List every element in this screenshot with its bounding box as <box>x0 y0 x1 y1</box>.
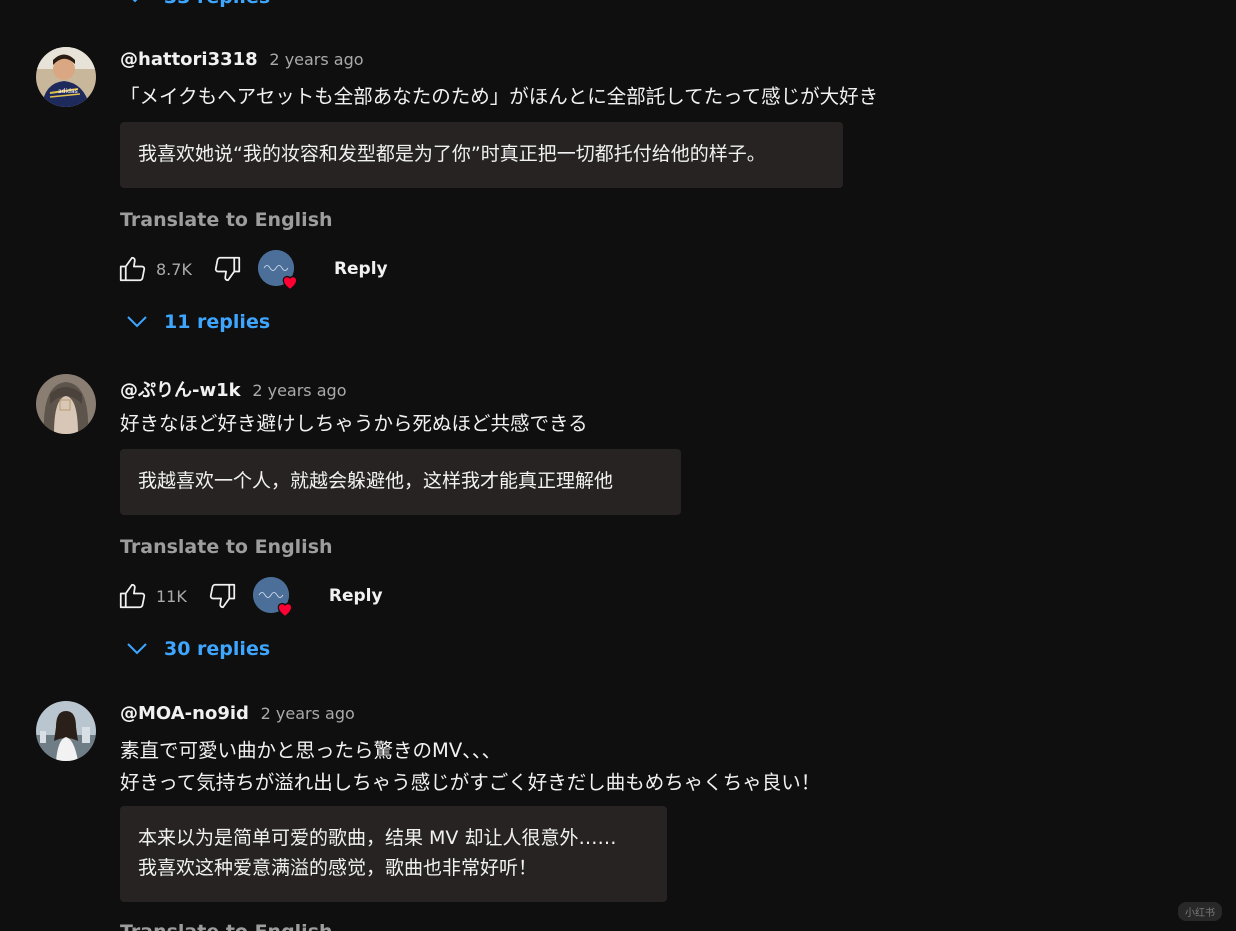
translate-to-english-link[interactable]: Translate to English <box>120 209 333 231</box>
chevron-down-icon <box>127 316 147 328</box>
translation-text: 我喜欢这种爱意满溢的感觉，歌曲也非常好听！ <box>138 857 538 879</box>
replies-toggle-label: 30 replies <box>164 638 271 660</box>
like-count: 8.7K <box>156 259 192 279</box>
replies-toggle-label: 33 replies <box>164 0 270 8</box>
chevron-down-icon <box>127 643 147 655</box>
avatar[interactable] <box>36 701 96 761</box>
reply-button[interactable]: Reply <box>329 586 383 606</box>
thumbs-down-icon[interactable] <box>212 253 244 285</box>
author-name[interactable]: @MOA-no9id <box>120 703 249 724</box>
heart-icon <box>277 602 293 618</box>
replies-toggle-label: 11 replies <box>164 311 271 333</box>
svg-text:adidas: adidas <box>58 88 78 95</box>
comment-actions: 8.7K Reply <box>116 249 388 291</box>
translate-to-english-link[interactable]: Translate to English <box>120 536 333 558</box>
watermark: 小红书 <box>1178 902 1222 921</box>
comment-text: 好きなほど好き避けしちゃうから死ぬほど共感できる <box>120 408 588 440</box>
chevron-down-icon <box>132 0 138 3</box>
author-name[interactable]: @hattori3318 <box>120 49 258 70</box>
replies-toggle[interactable]: 11 replies <box>126 311 270 333</box>
translation-text: 本来以为是简单可爱的歌曲，结果 MV 却让人很意外…… <box>138 827 617 849</box>
comment-header: @hattori3318 2 years ago <box>120 49 364 70</box>
comment-text-line: 好きって気持ちが溢れ出しちゃう感じがすごく好きだし曲もめちゃくちゃ良い！ <box>120 771 821 794</box>
comment-actions: 11K Reply <box>116 576 383 618</box>
comment-timestamp[interactable]: 2 years ago <box>261 704 355 723</box>
comment-text-line: 「メイクもヘアセットも全部あなたのため」がほんとに全部託してたって感じが大好き <box>120 85 879 108</box>
reply-button[interactable]: Reply <box>334 259 388 279</box>
comment-timestamp[interactable]: 2 years ago <box>252 381 346 400</box>
translate-to-english-link[interactable]: Translate to English <box>120 921 333 931</box>
thumbs-up-icon[interactable] <box>116 253 148 285</box>
comments-page: 33 replies adidas @hattori3318 2 years a… <box>0 0 1236 931</box>
like-count: 11K <box>156 586 187 606</box>
heart-icon <box>282 275 298 291</box>
comment-header: @ぷりん-w1k 2 years ago <box>120 376 346 402</box>
comment-text: 素直で可愛い曲かと思ったら驚きのMV、、、 好きって気持ちが溢れ出しちゃう感じが… <box>120 735 820 799</box>
translation-box: 我越喜欢一个人，就越会躲避他，这样我才能真正理解他 <box>120 449 681 515</box>
comment-text: 「メイクもヘアセットも全部あなたのため」がほんとに全部託してたって感じが大好き <box>120 81 878 113</box>
author-name[interactable]: @ぷりん-w1k <box>120 380 241 401</box>
translation-box: 我喜欢她说“我的妆容和发型都是为了你”时真正把一切都托付给他的样子。 <box>120 122 843 188</box>
comment-text-line: 素直で可愛い曲かと思ったら驚きのMV、、、 <box>120 739 502 762</box>
comment-text-line: 好きなほど好き避けしちゃうから死ぬほど共感できる <box>120 412 588 435</box>
translation-text: 我越喜欢一个人，就越会躲避他，这样我才能真正理解他 <box>138 470 614 492</box>
comment-header: @MOA-no9id 2 years ago <box>120 703 355 724</box>
avatar[interactable]: adidas <box>36 47 96 107</box>
translation-box: 本来以为是简单可爱的歌曲，结果 MV 却让人很意外…… 我喜欢这种爱意满溢的感觉… <box>120 806 667 902</box>
creator-heart-badge <box>252 577 293 618</box>
thumbs-up-icon[interactable] <box>116 580 148 612</box>
avatar[interactable] <box>36 374 96 434</box>
comment-timestamp[interactable]: 2 years ago <box>269 50 363 69</box>
thumbs-down-icon[interactable] <box>207 580 239 612</box>
replies-toggle-previous[interactable]: 33 replies <box>124 0 270 8</box>
translation-text: 我喜欢她说“我的妆容和发型都是为了你”时真正把一切都托付给他的样子。 <box>138 143 766 165</box>
creator-heart-badge <box>257 250 298 291</box>
replies-toggle[interactable]: 30 replies <box>126 638 270 660</box>
